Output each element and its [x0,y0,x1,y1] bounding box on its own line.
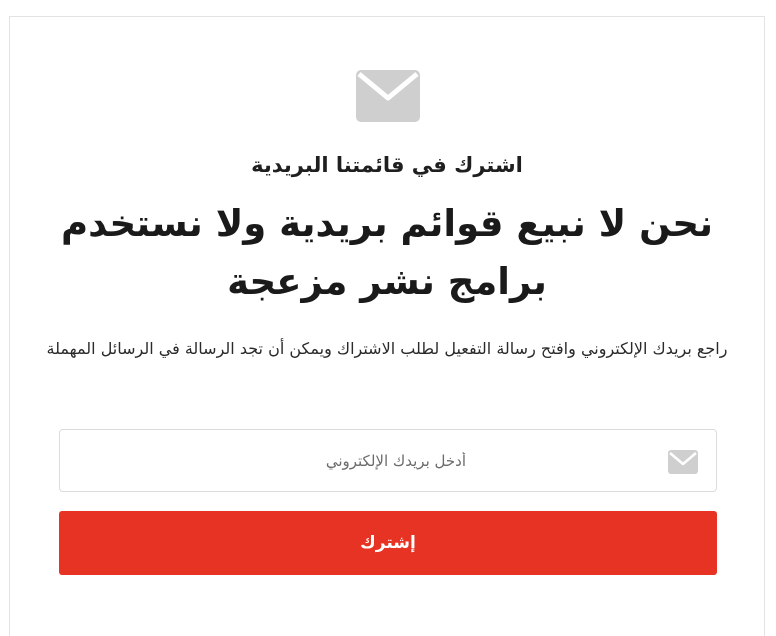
email-field[interactable] [59,429,717,492]
subscribe-button[interactable]: إشترك [59,511,717,575]
newsletter-subtitle: اشترك في قائمتنا البريدية [251,153,523,177]
envelope-icon [356,70,420,122]
envelope-icon [668,450,698,474]
email-input[interactable] [60,430,716,491]
newsletter-description: راجع بريدك الإلكتروني وافتح رسالة التفعي… [46,339,728,358]
newsletter-headline: نحن لا نبيع قوائم بريدية ولا نستخدم برام… [61,202,713,303]
subscribe-card: اشترك في قائمتنا البريدية نحن لا نبيع قو… [9,16,765,636]
